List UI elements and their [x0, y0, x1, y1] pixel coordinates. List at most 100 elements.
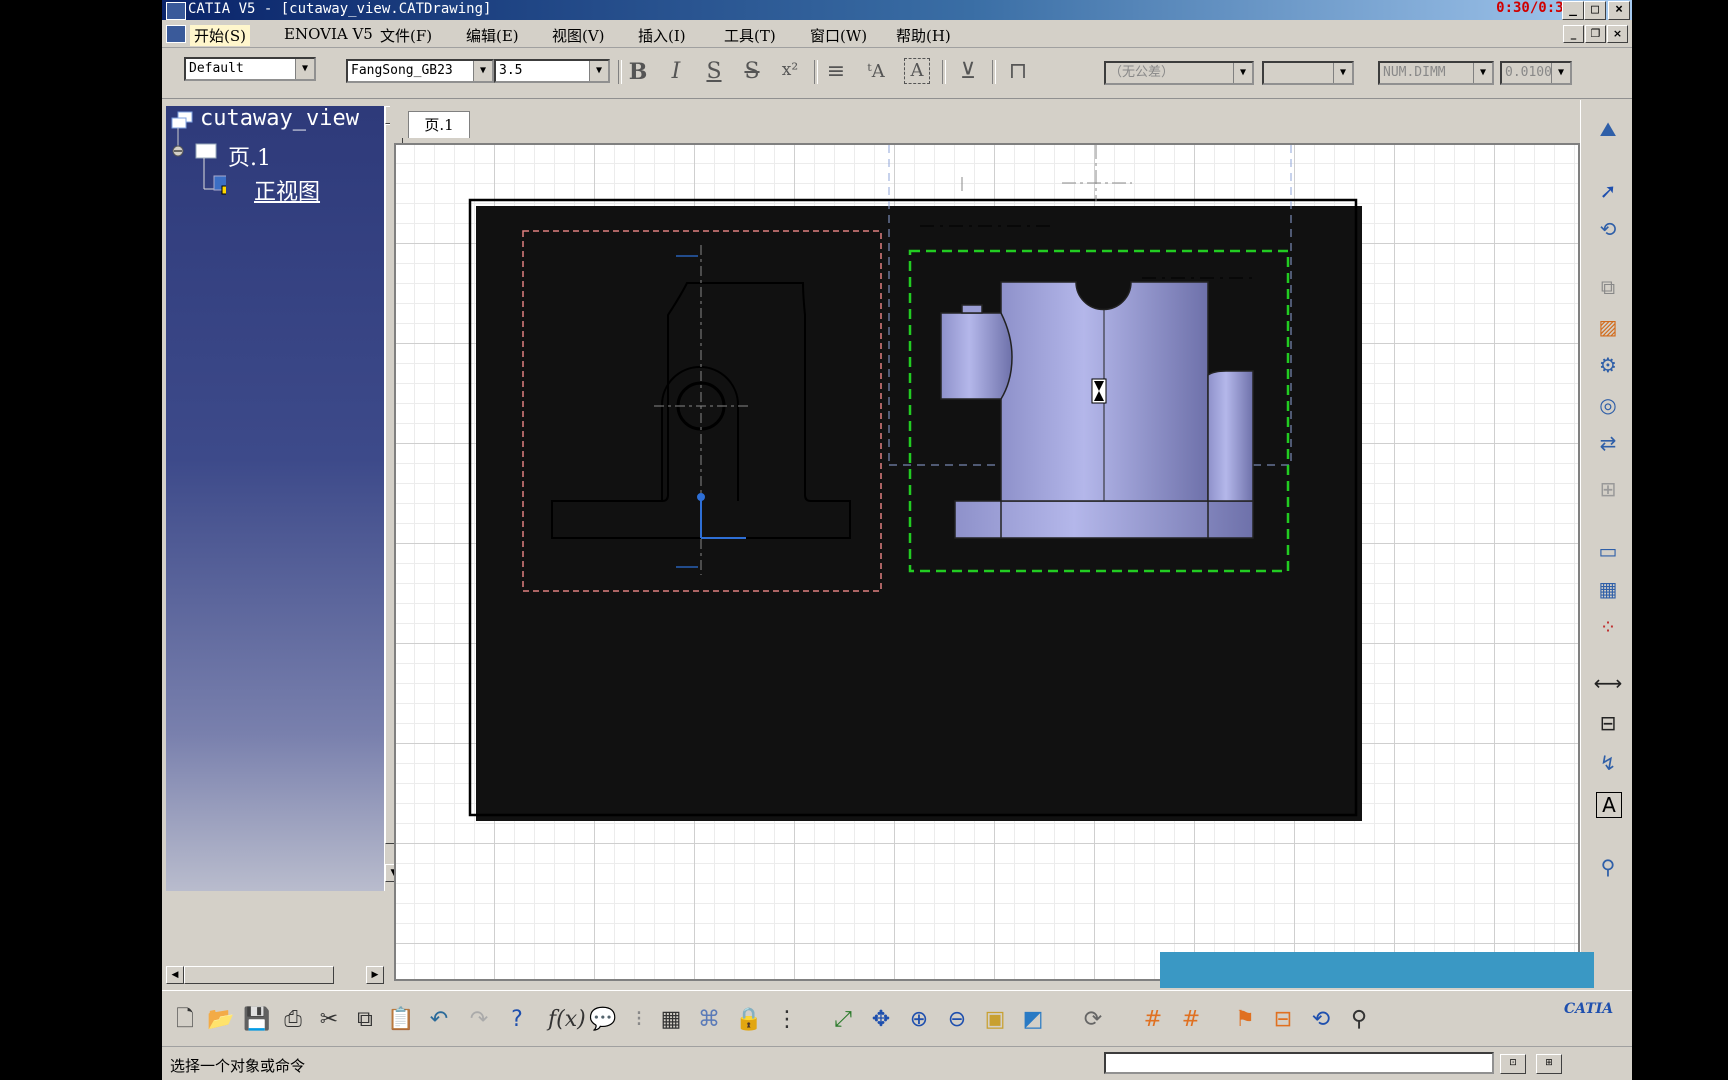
tree-sheet-label[interactable]: 页.1: [228, 140, 271, 172]
chevron-down-icon[interactable]: ▼: [1233, 63, 1252, 83]
doc-minimize-button[interactable]: _: [1563, 25, 1584, 43]
design-table-icon[interactable]: ▦: [656, 1005, 686, 1035]
document-icon[interactable]: [166, 25, 186, 43]
font-combo[interactable]: FangSong_GB23 ▼: [346, 59, 494, 83]
detail-view-icon[interactable]: ⚙: [1593, 350, 1623, 380]
text-frame-icon[interactable]: A: [904, 58, 930, 84]
formula-icon[interactable]: f(x): [548, 1005, 586, 1035]
save-icon[interactable]: 💾: [242, 1005, 272, 1035]
maximize-button[interactable]: □: [1584, 1, 1606, 20]
text-icon[interactable]: A: [1596, 792, 1622, 818]
tree-expand-icon[interactable]: ⋮: [772, 1005, 802, 1035]
underline-button[interactable]: S: [700, 58, 728, 86]
broken-view-icon[interactable]: ⇄: [1593, 428, 1623, 458]
dimension-style-icon[interactable]: ⊻: [954, 58, 982, 86]
filter-icon[interactable]: ⊟: [1268, 1005, 1298, 1035]
tab-sheet-1[interactable]: 页.1: [408, 111, 470, 138]
superscript-button[interactable]: x²: [776, 56, 804, 84]
scroll-right-arrow[interactable]: ▶: [366, 966, 384, 984]
dimension-line-icon[interactable]: ⊓: [1004, 58, 1032, 86]
cut-icon[interactable]: ✂: [314, 1005, 344, 1035]
h-scroll-thumb[interactable]: [184, 966, 334, 984]
paste-icon[interactable]: 📋: [386, 1005, 416, 1035]
copy-icon[interactable]: ⧉: [350, 1005, 380, 1035]
tolerance-combo[interactable]: （无公差） ▼: [1104, 61, 1254, 85]
points-icon[interactable]: ⁘: [1593, 612, 1623, 642]
catia-app-icon[interactable]: [166, 2, 186, 20]
align-left-icon[interactable]: ≡: [822, 58, 850, 86]
pan-icon[interactable]: ✥: [866, 1005, 896, 1035]
style-combo[interactable]: Default ▼: [184, 57, 316, 81]
redo-icon[interactable]: ↷: [464, 1005, 494, 1035]
chevron-down-icon[interactable]: ▼: [1551, 63, 1570, 83]
drawing-sheet[interactable]: [394, 143, 1580, 981]
normal-view-icon[interactable]: ◩: [1018, 1005, 1048, 1035]
scroll-left-arrow[interactable]: ◀: [166, 966, 184, 984]
precision-combo[interactable]: 0.0100 ▼: [1500, 61, 1572, 85]
menu-insert[interactable]: 插入(I): [638, 25, 686, 46]
chevron-down-icon[interactable]: ▼: [1333, 63, 1352, 83]
open-icon[interactable]: 📂: [206, 1005, 236, 1035]
chevron-down-icon[interactable]: ▼: [1473, 63, 1492, 83]
views-icon[interactable]: ⧉: [1593, 272, 1623, 302]
chevron-down-icon[interactable]: ▼: [295, 59, 314, 79]
measure-icon[interactable]: ⚲: [1344, 1005, 1374, 1035]
anchor-point-icon[interactable]: ᵗA: [862, 58, 890, 86]
analysis-icon[interactable]: ⚑: [1230, 1005, 1260, 1035]
doc-restore-button[interactable]: ❐: [1585, 25, 1606, 43]
dimension-gen-icon[interactable]: ⊟: [1593, 708, 1623, 738]
dimension-format-combo[interactable]: NUM.DIMM ▼: [1378, 61, 1494, 85]
menu-start[interactable]: 开始(S): [190, 25, 250, 46]
close-button[interactable]: ×: [1608, 1, 1630, 20]
zoom-out-icon[interactable]: ⊖: [942, 1005, 972, 1035]
sheet-workbench-icon[interactable]: ⛰: [1593, 114, 1623, 144]
wizard-icon[interactable]: ⊞: [1593, 474, 1623, 504]
menu-window[interactable]: 窗口(W): [810, 25, 867, 46]
update-icon[interactable]: ⟲: [1306, 1005, 1336, 1035]
new-icon[interactable]: 🗋: [170, 1005, 200, 1035]
chevron-down-icon[interactable]: ▼: [473, 61, 492, 81]
lock-icon[interactable]: 🔒: [734, 1005, 764, 1035]
menu-view[interactable]: 视图(V): [552, 25, 605, 46]
chevron-down-icon[interactable]: ▼: [589, 61, 608, 81]
catalog-icon[interactable]: ⌘: [694, 1005, 724, 1035]
tree-view-label[interactable]: 正视图: [254, 174, 320, 206]
select-arrow-icon[interactable]: ➚: [1593, 176, 1623, 206]
minimize-button[interactable]: _: [1562, 1, 1584, 20]
fit-all-icon[interactable]: ⤢: [828, 1005, 858, 1035]
section-view-icon[interactable]: ▨: [1593, 312, 1623, 342]
zoom-area-icon[interactable]: ▣: [980, 1005, 1010, 1035]
snap-icon[interactable]: #: [1176, 1005, 1206, 1035]
help-icon[interactable]: ?: [502, 1005, 532, 1035]
grid-icon[interactable]: #: [1138, 1005, 1168, 1035]
tolerance-value-combo[interactable]: ▼: [1262, 61, 1354, 85]
multi-document-button[interactable]: ⊞: [1536, 1054, 1562, 1074]
law-icon[interactable]: ⁝: [624, 1005, 654, 1035]
dress-up-icon[interactable]: ⚲: [1593, 852, 1623, 882]
doc-close-button[interactable]: ×: [1607, 25, 1628, 43]
undo-icon[interactable]: ↶: [424, 1005, 454, 1035]
rotate-icon[interactable]: ⟲: [1593, 214, 1623, 244]
menu-help[interactable]: 帮助(H): [896, 25, 951, 46]
leader-icon[interactable]: ↯: [1593, 748, 1623, 778]
menu-file[interactable]: 文件(F): [380, 25, 432, 46]
dimension-icon[interactable]: ⟷: [1593, 668, 1623, 698]
command-input[interactable]: [1104, 1052, 1494, 1074]
table-icon[interactable]: ▦: [1593, 574, 1623, 604]
bold-button[interactable]: B: [624, 58, 652, 86]
print-icon[interactable]: ⎙: [278, 1005, 308, 1035]
tree-horizontal-scrollbar[interactable]: ◀ ▶: [166, 966, 404, 986]
power-input-button[interactable]: ⊡: [1500, 1054, 1526, 1074]
tree-root-label[interactable]: cutaway_view: [200, 106, 359, 131]
zoom-in-icon[interactable]: ⊕: [904, 1005, 934, 1035]
swap-icon[interactable]: ⟳: [1078, 1005, 1108, 1035]
menu-tools[interactable]: 工具(T): [724, 25, 776, 46]
clipping-view-icon[interactable]: ◎: [1593, 390, 1623, 420]
strikethrough-button[interactable]: S: [738, 58, 766, 86]
menu-enovia[interactable]: ENOVIA V5: [284, 25, 373, 43]
rectangle-icon[interactable]: ▭: [1593, 536, 1623, 566]
italic-button[interactable]: I: [662, 58, 690, 86]
font-size-combo[interactable]: 3.5 ▼: [494, 59, 610, 83]
menu-edit[interactable]: 编辑(E): [466, 25, 519, 46]
knowledge-icon[interactable]: 💬: [588, 1005, 618, 1035]
